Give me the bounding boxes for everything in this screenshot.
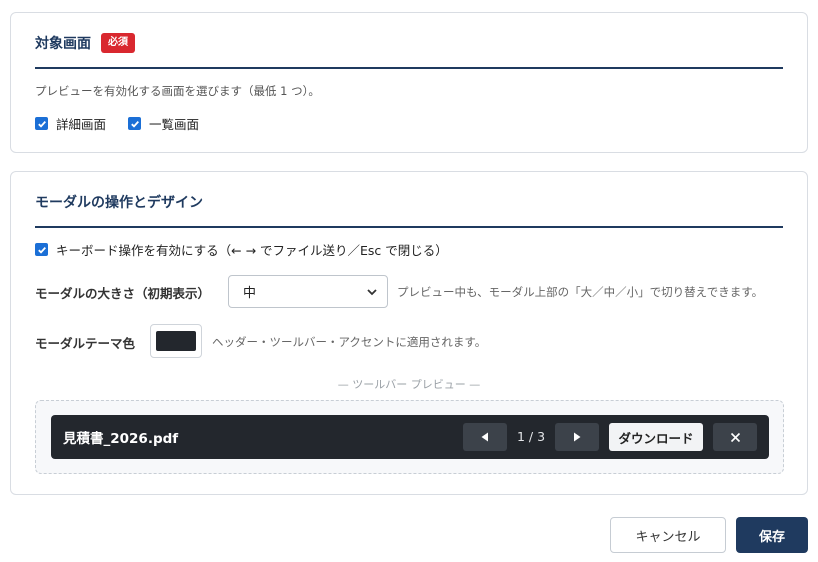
target-screens-description: プレビューを有効化する画面を選びます（最低 1 つ）。: [35, 84, 320, 98]
chevron-down-icon: [367, 289, 377, 296]
modal-settings-card: モーダルの操作とデザイン キーボード操作を有効にする（← → でファイル送り／E…: [10, 171, 808, 495]
checkbox-list-screen[interactable]: [128, 117, 142, 130]
checkbox-keyboard[interactable]: [35, 243, 48, 256]
triangle-left-icon: [481, 432, 488, 442]
keyboard-option[interactable]: キーボード操作を有効にする（← → でファイル送り／Esc で閉じる）: [35, 240, 448, 259]
theme-color-hint: ヘッダー・ツールバー・アクセントに適用されます。: [212, 335, 487, 349]
modal-size-label: モーダルの大きさ（初期表示）: [35, 286, 211, 301]
next-page-button[interactable]: [555, 423, 599, 451]
keyboard-option-label: キーボード操作を有効にする（← → でファイル送り／Esc で閉じる）: [56, 243, 448, 258]
target-screens-card: 対象画面 必須 プレビューを有効化する画面を選びます（最低 1 つ）。 詳細画面…: [10, 12, 808, 153]
modal-size-value: 中: [243, 286, 257, 301]
modal-settings-header: モーダルの操作とデザイン: [35, 172, 783, 228]
toolbar-preview-caption: — ツールバー プレビュー —: [337, 378, 481, 391]
close-button[interactable]: [713, 423, 757, 451]
preview-file-name: 見積書_2026.pdf: [63, 431, 179, 447]
download-button[interactable]: ダウンロード: [609, 423, 703, 451]
required-badge: 必須: [101, 33, 135, 53]
close-icon: [730, 432, 740, 442]
modal-size-hint: プレビュー中も、モーダル上部の「大／中／小」で切り替えできます。: [397, 285, 764, 299]
theme-color-swatch: [156, 331, 196, 351]
cancel-button[interactable]: キャンセル: [610, 517, 726, 553]
target-screens-options: 詳細画面 一覧画面: [35, 114, 221, 133]
section-title: モーダルの操作とデザイン: [35, 195, 203, 211]
option-list-screen[interactable]: 一覧画面: [128, 114, 199, 133]
page-indicator: 1 / 3: [516, 429, 546, 444]
modal-size-select[interactable]: 中: [228, 275, 388, 308]
theme-color-label: モーダルテーマ色: [35, 336, 136, 351]
preview-toolbar: 見積書_2026.pdf 1 / 3 ダウンロード: [51, 415, 769, 459]
toolbar-preview-area: 見積書_2026.pdf 1 / 3 ダウンロード: [35, 400, 784, 474]
prev-page-button[interactable]: [463, 423, 507, 451]
section-title: 対象画面: [35, 36, 91, 52]
option-label: 一覧画面: [149, 117, 200, 132]
triangle-right-icon: [574, 432, 581, 442]
theme-color-picker[interactable]: [150, 324, 202, 358]
option-label: 詳細画面: [56, 117, 107, 132]
checkbox-detail-screen[interactable]: [35, 117, 48, 130]
target-screens-header: 対象画面 必須: [35, 13, 783, 69]
save-button[interactable]: 保存: [736, 517, 808, 553]
option-detail-screen[interactable]: 詳細画面: [35, 114, 106, 133]
